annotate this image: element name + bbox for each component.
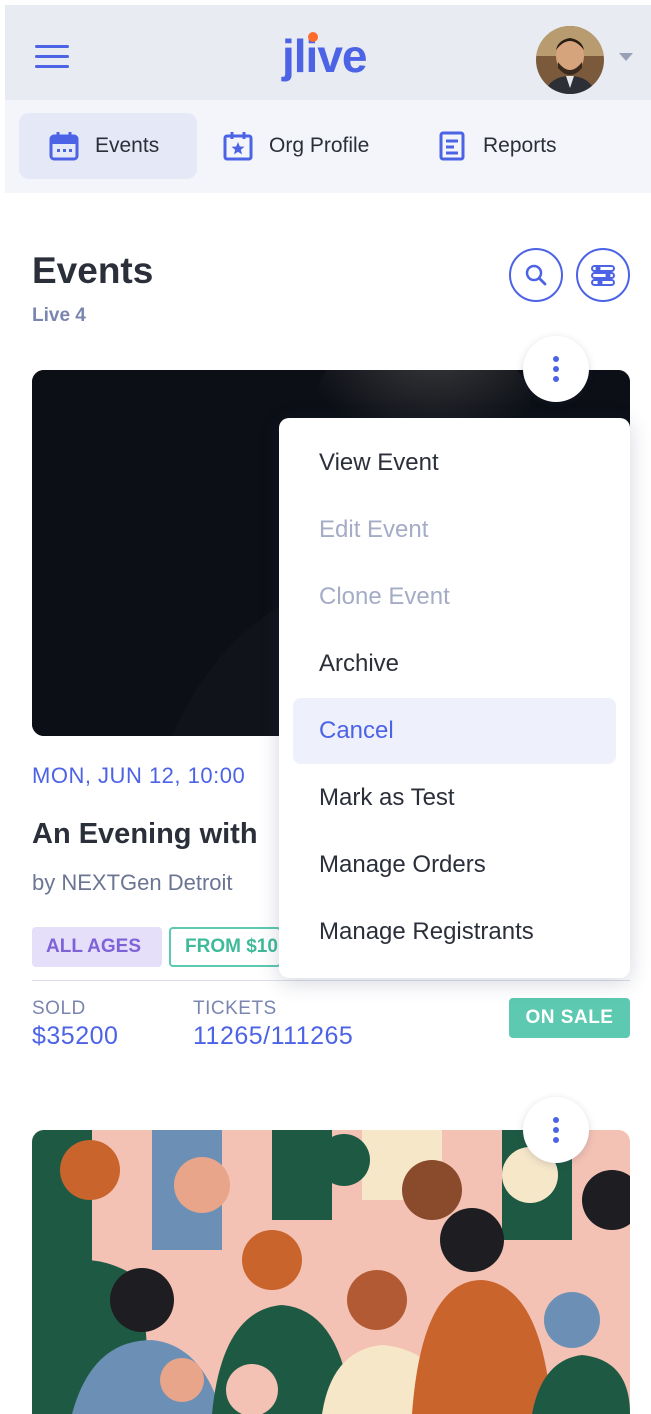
filter-button[interactable] — [576, 248, 630, 302]
live-count: Live 4 — [32, 305, 86, 326]
kebab-icon — [553, 1117, 559, 1143]
menu-item-manage-registrants[interactable]: Manage Registrants — [293, 899, 616, 965]
tab-org-profile[interactable]: Org Profile — [217, 113, 397, 179]
age-badge: ALL AGES — [32, 927, 162, 967]
logo-dot — [308, 32, 318, 42]
status-badge: ON SALE — [509, 998, 630, 1038]
event-organizer: by NEXTGen Detroit — [32, 870, 233, 895]
tab-events-label: Events — [95, 134, 160, 157]
kebab-icon — [553, 356, 559, 382]
tab-reports[interactable]: Reports — [431, 113, 591, 179]
tab-events[interactable]: Events — [19, 113, 197, 179]
tickets-value: 11265/111265 — [193, 1022, 354, 1050]
event-image-crowd[interactable] — [32, 1130, 630, 1414]
page-title: Events — [32, 250, 154, 291]
divider — [32, 980, 630, 981]
event-title[interactable]: An Evening with — [32, 818, 278, 851]
tab-org-profile-label: Org Profile — [269, 134, 370, 157]
menu-item-manage-orders[interactable]: Manage Orders — [293, 832, 616, 898]
price-badge: FROM $10 — [169, 927, 281, 967]
menu-item-edit-event[interactable]: Edit Event — [293, 497, 616, 563]
menu-item-mark-as-test[interactable]: Mark as Test — [293, 765, 616, 831]
event-context-menu: View Event Edit Event Clone Event Archiv… — [279, 418, 630, 978]
filter-sliders-icon — [591, 265, 615, 286]
menu-item-clone-event[interactable]: Clone Event — [293, 564, 616, 630]
hamburger-menu-icon[interactable] — [35, 43, 71, 71]
nav-tabs: Events Org Profile Reports — [5, 100, 651, 193]
menu-item-cancel[interactable]: Cancel — [293, 698, 616, 764]
search-icon — [525, 264, 547, 286]
jlive-logo[interactable]: jlive — [282, 29, 368, 83]
report-icon — [435, 129, 469, 163]
calendar-icon — [47, 129, 81, 163]
chevron-down-icon[interactable] — [619, 53, 633, 61]
top-bar: jlive — [5, 5, 651, 100]
event-options-button-2[interactable] — [523, 1097, 589, 1163]
sold-value: $35200 — [32, 1022, 119, 1050]
tab-reports-label: Reports — [483, 134, 557, 157]
menu-item-archive[interactable]: Archive — [293, 631, 616, 697]
event-date: MON, JUN 12, 10:00 — [32, 763, 246, 788]
avatar[interactable] — [536, 26, 604, 94]
tickets-label: TICKETS — [193, 998, 277, 1019]
sold-label: SOLD — [32, 998, 86, 1019]
menu-item-view-event[interactable]: View Event — [293, 430, 616, 496]
event-options-button[interactable] — [523, 336, 589, 402]
calendar-star-icon — [221, 129, 255, 163]
search-button[interactable] — [509, 248, 563, 302]
